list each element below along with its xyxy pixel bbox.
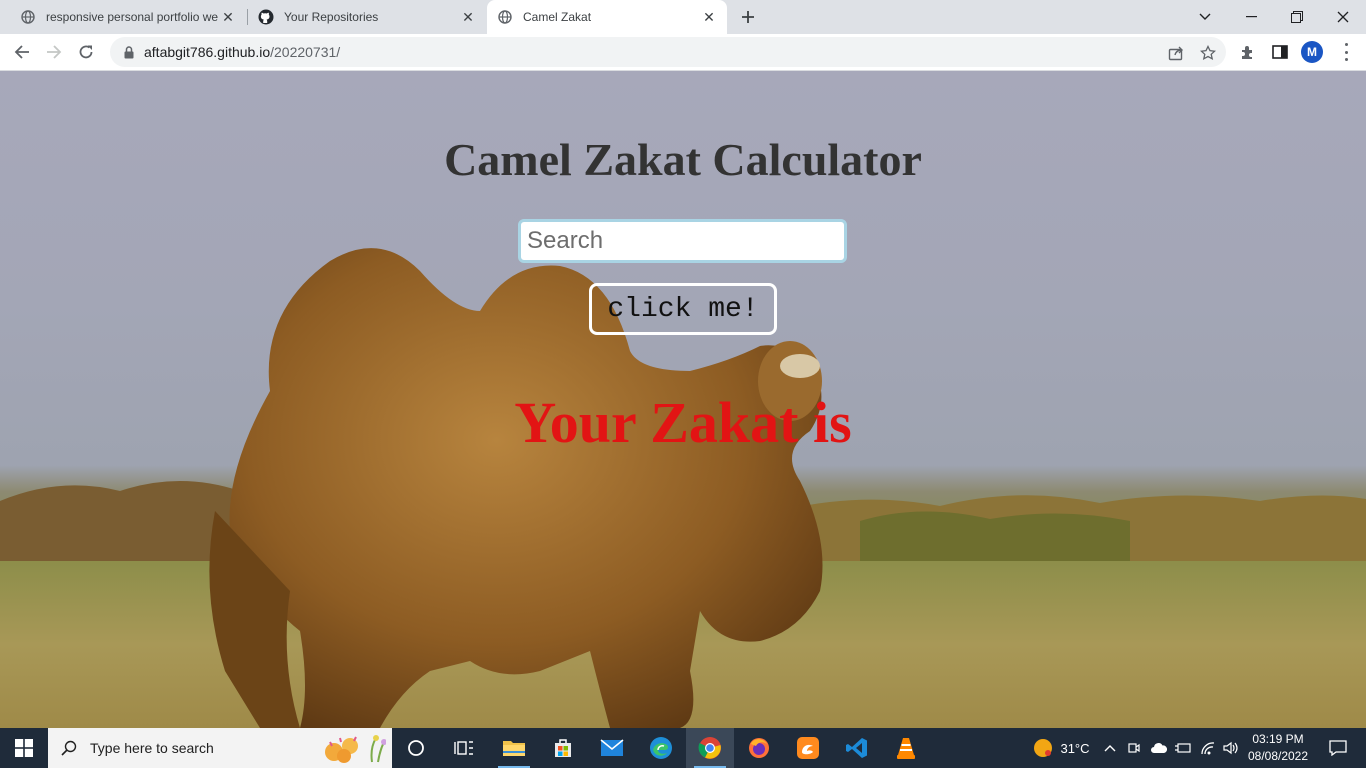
- search-icon: [60, 739, 78, 757]
- weather-temperature: 31°C: [1060, 740, 1090, 756]
- minimize-button[interactable]: [1228, 0, 1274, 34]
- tab-repositories[interactable]: Your Repositories ✕: [248, 0, 486, 34]
- zakat-result-text: Your Zakat is: [514, 390, 852, 455]
- battery-icon[interactable]: [1172, 728, 1194, 768]
- cortana-icon[interactable]: [392, 728, 440, 768]
- tab-title: responsive personal portfolio we: [46, 10, 218, 24]
- windows-logo-icon: [15, 739, 33, 757]
- search-input[interactable]: [518, 219, 847, 263]
- extensions-icon[interactable]: [1239, 43, 1257, 61]
- chevron-up-icon[interactable]: [1100, 728, 1120, 768]
- taskbar-search-box[interactable]: Type here to search: [48, 728, 392, 768]
- chrome-icon[interactable]: [686, 728, 734, 768]
- clock-time: 03:19 PM: [1252, 732, 1304, 746]
- edge-icon[interactable]: [637, 728, 685, 768]
- taskbar-search-placeholder: Type here to search: [90, 740, 214, 756]
- forward-button[interactable]: [40, 38, 68, 66]
- search-highlight-illustration: [325, 735, 386, 763]
- windows-taskbar: Type here to search 31°C 03:19 PM 08/08/…: [0, 728, 1366, 768]
- notification-center-icon[interactable]: [1318, 728, 1358, 768]
- wifi-icon[interactable]: [1197, 728, 1219, 768]
- firefox-icon[interactable]: [735, 728, 783, 768]
- onedrive-icon[interactable]: [1148, 728, 1170, 768]
- uc-browser-icon[interactable]: [784, 728, 832, 768]
- page-viewport: Camel Zakat Calculator click me! Your Za…: [0, 71, 1366, 728]
- clock-date: 08/08/2022: [1247, 749, 1309, 763]
- reload-button[interactable]: [72, 38, 100, 66]
- browser-menu-icon[interactable]: [1343, 43, 1349, 61]
- task-view-icon[interactable]: [440, 728, 488, 768]
- page-title: Camel Zakat Calculator: [444, 134, 922, 185]
- address-bar[interactable]: aftabgit786.github.io/20220731/: [110, 37, 1226, 67]
- close-tab-icon[interactable]: ✕: [218, 7, 238, 27]
- browser-tab-strip: responsive personal portfolio we ✕ Your …: [0, 0, 1366, 34]
- tab-camel-zakat[interactable]: Camel Zakat ✕: [487, 0, 727, 34]
- restore-button[interactable]: [1274, 0, 1320, 34]
- profile-avatar[interactable]: M: [1301, 41, 1323, 63]
- meet-now-icon[interactable]: [1124, 728, 1144, 768]
- lock-icon[interactable]: [122, 45, 136, 59]
- taskbar-clock[interactable]: 03:19 PM 08/08/2022: [1242, 731, 1314, 765]
- back-button[interactable]: [8, 38, 36, 66]
- tab-title: Your Repositories: [284, 10, 379, 24]
- close-window-button[interactable]: [1320, 0, 1366, 34]
- tab-search-button[interactable]: [1182, 0, 1228, 34]
- weather-widget[interactable]: 31°C: [1026, 728, 1096, 768]
- globe-icon: [497, 9, 513, 25]
- vlc-icon[interactable]: [882, 728, 930, 768]
- tab-portfolio[interactable]: responsive personal portfolio we ✕: [0, 0, 246, 34]
- url-text: aftabgit786.github.io/20220731/: [144, 44, 340, 60]
- url-host: aftabgit786.github.io: [144, 44, 271, 60]
- bookmark-star-icon[interactable]: [1199, 44, 1217, 62]
- tab-title: Camel Zakat: [523, 10, 592, 24]
- close-tab-icon[interactable]: ✕: [699, 7, 719, 27]
- url-path: /20220731/: [270, 44, 341, 60]
- mail-icon[interactable]: [588, 728, 636, 768]
- globe-icon: [20, 9, 36, 25]
- browser-toolbar: aftabgit786.github.io/20220731/ M: [0, 34, 1366, 71]
- new-tab-button[interactable]: [736, 5, 760, 29]
- start-button[interactable]: [0, 728, 48, 768]
- github-icon: [258, 9, 274, 25]
- volume-icon[interactable]: [1220, 728, 1242, 768]
- sun-icon: [1034, 739, 1053, 757]
- vscode-icon[interactable]: [833, 728, 881, 768]
- close-tab-icon[interactable]: ✕: [458, 7, 478, 27]
- share-icon[interactable]: [1167, 44, 1185, 62]
- calculate-button[interactable]: click me!: [589, 283, 777, 335]
- file-explorer-icon[interactable]: [490, 728, 538, 768]
- store-icon[interactable]: [539, 728, 587, 768]
- side-panel-icon[interactable]: [1271, 43, 1289, 61]
